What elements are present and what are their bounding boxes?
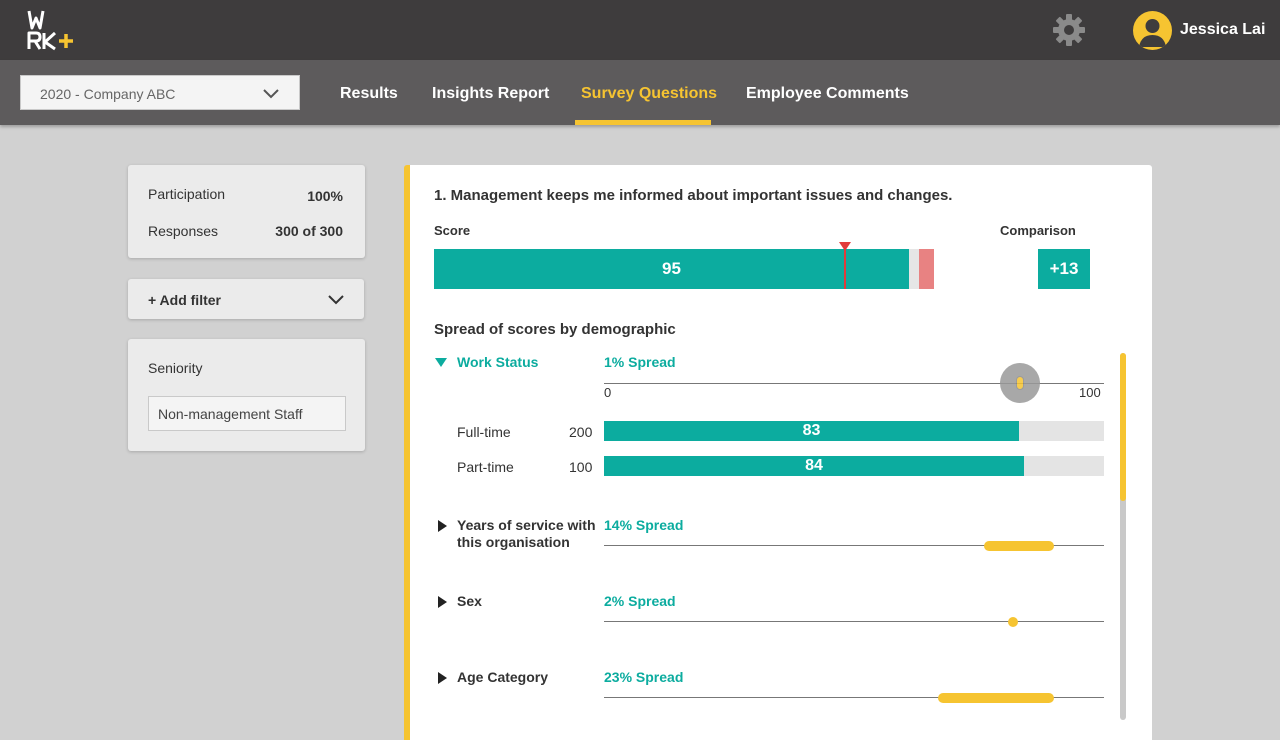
score-fill: 95 [434, 249, 909, 289]
scrollbar-track[interactable] [1120, 353, 1126, 720]
add-filter-label: + Add filter [148, 292, 221, 308]
active-tab-indicator [575, 120, 711, 125]
comparison-label: Comparison [1000, 223, 1076, 238]
expand-triangle-icon[interactable] [438, 519, 447, 537]
group-sex[interactable]: Sex [457, 593, 482, 609]
row-full-time-value: 83 [802, 422, 821, 439]
scale-min: 0 [604, 385, 612, 400]
spread-handle-pill [1016, 376, 1024, 390]
group-years-line2: this organisation [457, 534, 570, 550]
chevron-down-icon [328, 295, 344, 305]
responses-value: 300 of 300 [275, 223, 343, 239]
spread-heading: Spread of scores by demographic [434, 321, 676, 338]
row-part-time-fill: 84 [604, 456, 1024, 476]
participation-card: Participation 100% Responses 300 of 300 [128, 165, 365, 258]
row-part-time-value: 84 [805, 457, 823, 474]
add-filter-button[interactable]: + Add filter [128, 279, 364, 319]
top-bar: Jessica Lai [0, 0, 1280, 60]
spread-age-category: 23% Spread [604, 669, 684, 685]
tab-employee-comments[interactable]: Employee Comments [746, 85, 909, 103]
group-work-status[interactable]: Work Status [457, 354, 538, 370]
benchmark-marker-icon [839, 242, 851, 251]
tab-insights-report[interactable]: Insights Report [432, 85, 549, 103]
row-full-time-fill: 83 [604, 421, 1019, 441]
row-part-time-count: 100 [569, 459, 593, 475]
comparison-value: +13 [1038, 249, 1090, 289]
seniority-label: Seniority [148, 360, 203, 376]
survey-select[interactable]: 2020 - Company ABC [20, 75, 300, 110]
seniority-value: Non-management Staff [158, 406, 303, 422]
spread-range-age [938, 693, 1054, 703]
row-full-time-label: Full-time [457, 424, 511, 440]
user-name[interactable]: Jessica Lai [1180, 21, 1265, 39]
participation-label: Participation [148, 186, 226, 202]
benchmark-marker-line [844, 249, 846, 289]
group-years-of-service[interactable]: Years of service with this organisation [457, 517, 596, 551]
spread-work-status: 1% Spread [604, 354, 676, 370]
nav-bar: 2020 - Company ABC Results Insights Repo… [0, 60, 1280, 125]
row-full-time-count: 200 [569, 424, 593, 440]
spread-years-of-service: 14% Spread [604, 517, 684, 533]
spread-sex: 2% Spread [604, 593, 676, 609]
score-value: 95 [662, 259, 681, 278]
seniority-filter-card: Seniority Non-management Staff [128, 339, 365, 451]
question-title: 1. Management keeps me informed about im… [434, 187, 953, 204]
group-years-line1: Years of service with [457, 517, 596, 533]
score-bar: 95 [434, 242, 934, 289]
scale-max: 100 [1079, 385, 1101, 400]
tab-survey-questions[interactable]: Survey Questions [581, 85, 717, 103]
wrk-plus-logo[interactable] [27, 9, 77, 51]
expand-triangle-icon[interactable] [438, 595, 447, 613]
row-part-time-label: Part-time [457, 459, 514, 475]
participation-value: 100% [307, 188, 343, 204]
responses-label: Responses [148, 223, 219, 239]
question-panel: 1. Management keeps me informed about im… [404, 165, 1152, 740]
chevron-down-icon [263, 89, 279, 99]
seniority-select[interactable]: Non-management Staff [148, 396, 346, 431]
spread-scale-line [604, 621, 1104, 622]
group-age-category[interactable]: Age Category [457, 669, 548, 685]
row-part-time-bar: 84 [604, 456, 1104, 476]
expand-triangle-icon[interactable] [438, 671, 447, 689]
spread-range-years [984, 541, 1054, 551]
survey-select-value: 2020 - Company ABC [40, 86, 176, 102]
spread-range-sex [1008, 617, 1018, 627]
user-avatar-icon[interactable] [1133, 11, 1172, 50]
spread-handle[interactable] [1000, 363, 1040, 403]
score-label: Score [434, 223, 471, 238]
collapse-triangle-icon[interactable] [435, 358, 447, 367]
score-negative-segment [919, 249, 934, 289]
row-full-time-bar: 83 [604, 421, 1104, 441]
tab-results[interactable]: Results [340, 85, 398, 103]
gear-icon[interactable] [1052, 13, 1086, 47]
scrollbar-thumb[interactable] [1120, 353, 1126, 501]
